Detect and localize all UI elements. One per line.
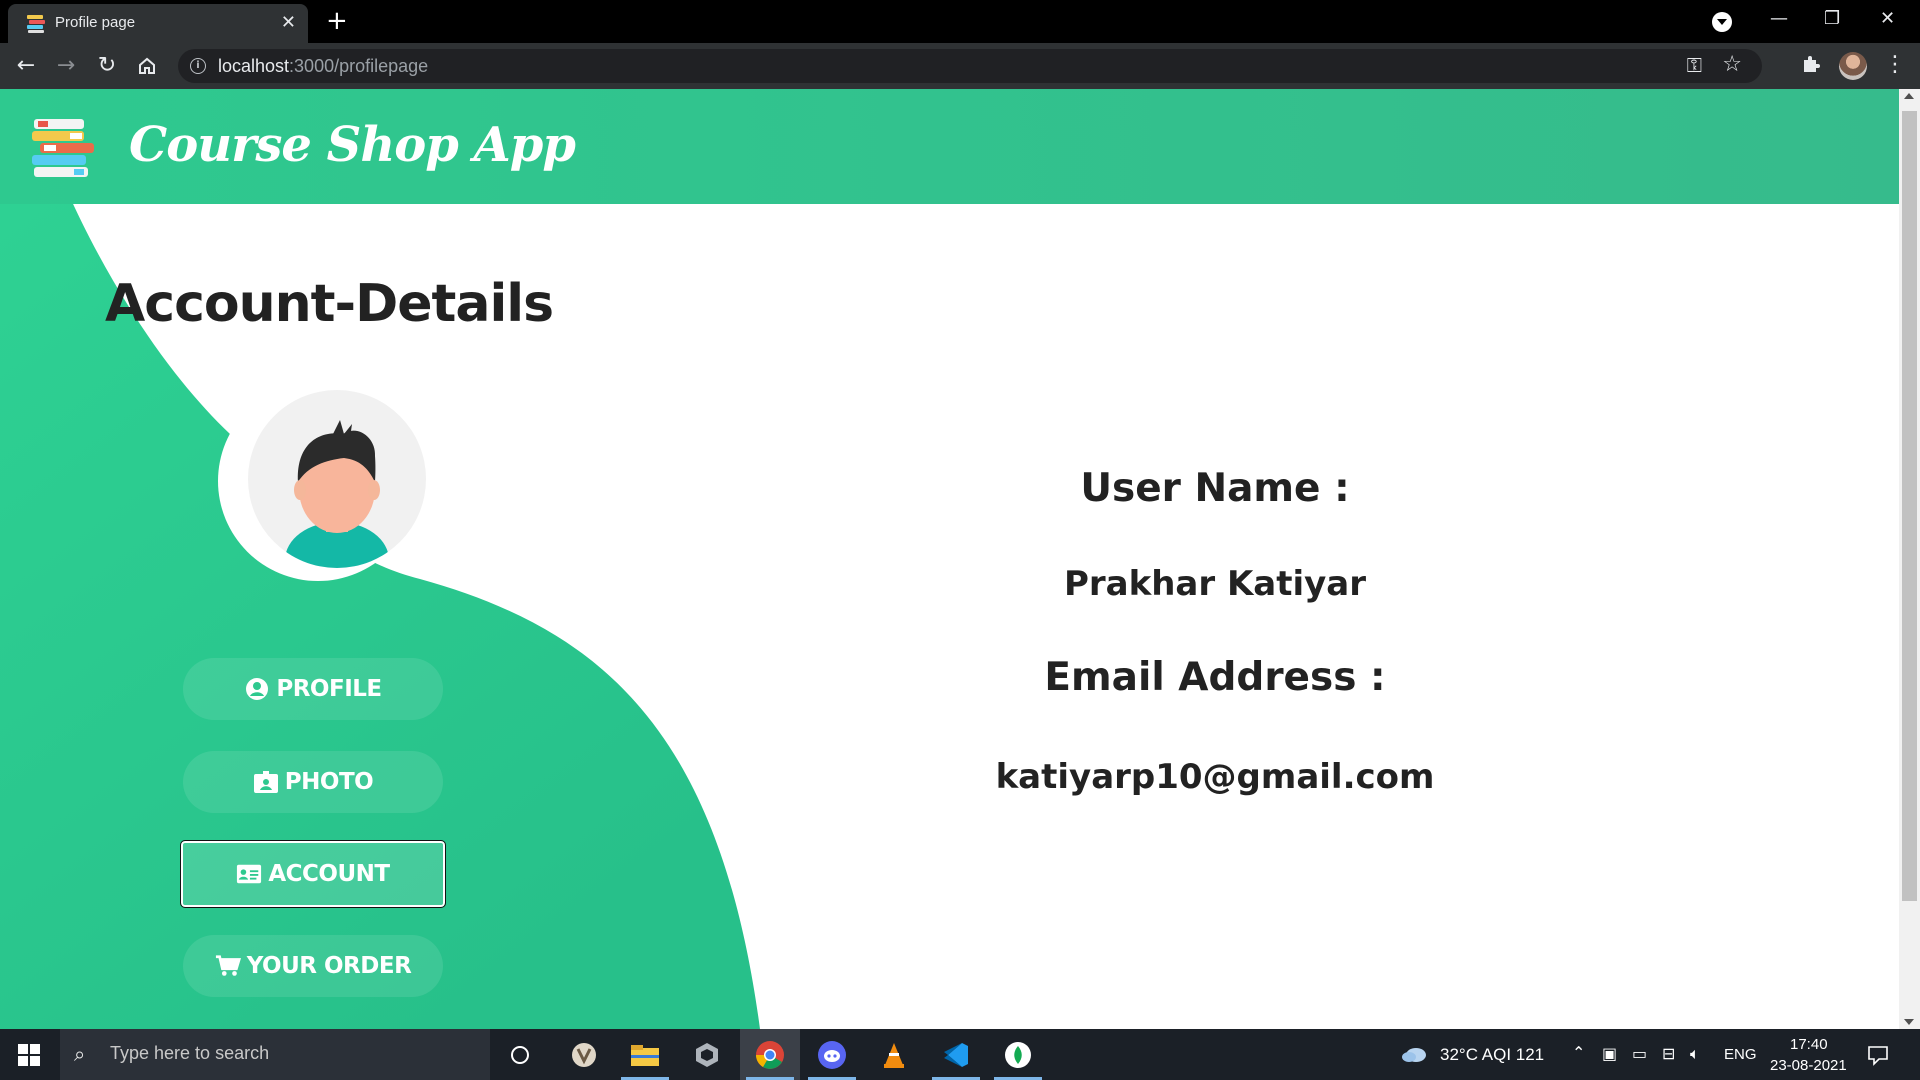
- scroll-down-icon[interactable]: [1904, 1019, 1914, 1025]
- close-window-button[interactable]: ✕: [1880, 6, 1895, 32]
- mongodb-icon[interactable]: [988, 1029, 1048, 1080]
- id-badge-icon: [253, 769, 279, 795]
- weather-text[interactable]: 32°C AQI 121: [1440, 1045, 1544, 1065]
- email-label: Email Address :: [1044, 655, 1386, 700]
- tab-title: Profile page: [55, 14, 136, 31]
- url-text[interactable]: localhost:3000/profilepage: [218, 56, 428, 77]
- your-order-button[interactable]: YOUR ORDER: [183, 935, 443, 997]
- new-tab-button[interactable]: +: [326, 8, 348, 34]
- app-navbar: Course Shop App: [0, 89, 1899, 204]
- network-icon[interactable]: ⊟: [1662, 1044, 1675, 1063]
- page-title: Account-Details: [105, 274, 554, 334]
- your-order-button-label: YOUR ORDER: [246, 953, 412, 979]
- info-icon[interactable]: i: [190, 58, 206, 74]
- extensions-icon[interactable]: [1800, 53, 1822, 75]
- unity-icon[interactable]: [677, 1029, 737, 1080]
- volume-icon[interactable]: 🔈︎: [1690, 1044, 1700, 1064]
- discord-icon[interactable]: [802, 1029, 862, 1080]
- tab-search-icon[interactable]: [1712, 12, 1732, 32]
- books-favicon-icon: [27, 15, 45, 33]
- user-circle-icon: [244, 676, 270, 702]
- battery-icon[interactable]: ▭: [1632, 1044, 1647, 1063]
- app-icon[interactable]: [554, 1029, 614, 1080]
- forward-icon[interactable]: →: [52, 52, 80, 80]
- address-bar[interactable]: i localhost:3000/profilepage ⚿ ☆: [178, 49, 1762, 83]
- star-icon[interactable]: ☆: [1722, 52, 1742, 77]
- email-value: katiyarp10@gmail.com: [995, 757, 1435, 797]
- minimize-button[interactable]: —: [1770, 6, 1788, 32]
- windows-taskbar: ⌕ Type here to search 32°C AQI 121 ⌃ ▣ ▭…: [0, 1029, 1920, 1080]
- language-indicator[interactable]: ENG: [1724, 1046, 1757, 1063]
- photo-button[interactable]: PHOTO: [183, 751, 443, 813]
- browser-titlebar: Profile page ✕ + — ❐ ✕: [0, 0, 1920, 43]
- username-label: User Name :: [1080, 466, 1350, 511]
- menu-dots-icon[interactable]: ⋮: [1884, 52, 1906, 77]
- cart-icon: [215, 953, 241, 979]
- search-icon: ⌕: [74, 1042, 86, 1066]
- scrollbar-thumb[interactable]: [1902, 111, 1917, 901]
- task-view-icon[interactable]: [490, 1029, 550, 1080]
- windows-start-icon[interactable]: [18, 1044, 40, 1066]
- back-icon[interactable]: ←: [12, 52, 40, 80]
- id-card-icon: [236, 861, 262, 887]
- vlc-icon[interactable]: [864, 1029, 924, 1080]
- clock-time[interactable]: 17:40: [1790, 1036, 1828, 1053]
- brand-title[interactable]: Course Shop App: [129, 117, 576, 173]
- books-logo-icon: [32, 119, 94, 177]
- home-icon[interactable]: [133, 52, 161, 80]
- scroll-up-icon[interactable]: [1904, 93, 1914, 99]
- account-button-label: ACCOUNT: [268, 861, 390, 887]
- chevron-up-icon[interactable]: ⌃: [1572, 1043, 1585, 1062]
- username-value: Prakhar Katiyar: [1063, 564, 1367, 604]
- weather-cloud-icon[interactable]: [1400, 1043, 1428, 1065]
- profile-avatar[interactable]: [1839, 52, 1867, 80]
- file-explorer-icon[interactable]: [615, 1029, 675, 1080]
- search-placeholder: Type here to search: [110, 1043, 270, 1063]
- chrome-icon[interactable]: [740, 1029, 800, 1080]
- clock-date[interactable]: 23-08-2021: [1770, 1057, 1847, 1074]
- web-page: Course Shop App Account-Details PROFILE …: [0, 89, 1899, 1029]
- browser-tab[interactable]: Profile page ✕: [8, 4, 308, 43]
- profile-button-label: PROFILE: [276, 676, 382, 702]
- tab-close-icon[interactable]: ✕: [281, 13, 296, 33]
- account-button[interactable]: ACCOUNT: [180, 840, 446, 908]
- taskbar-search[interactable]: ⌕ Type here to search: [60, 1029, 490, 1080]
- restore-button[interactable]: ❐: [1824, 6, 1840, 32]
- key-icon[interactable]: ⚿: [1687, 53, 1702, 77]
- avatar: [248, 390, 426, 568]
- photo-button-label: PHOTO: [284, 769, 374, 795]
- vscode-icon[interactable]: [926, 1029, 986, 1080]
- reload-icon[interactable]: ↻: [93, 52, 121, 80]
- meet-icon[interactable]: ▣: [1602, 1044, 1617, 1063]
- page-scrollbar[interactable]: [1899, 89, 1920, 1029]
- notifications-icon[interactable]: [1866, 1043, 1890, 1067]
- browser-toolbar: ← → ↻ i localhost:3000/profilepage ⚿ ☆ ⋮: [0, 43, 1920, 89]
- profile-button[interactable]: PROFILE: [183, 658, 443, 720]
